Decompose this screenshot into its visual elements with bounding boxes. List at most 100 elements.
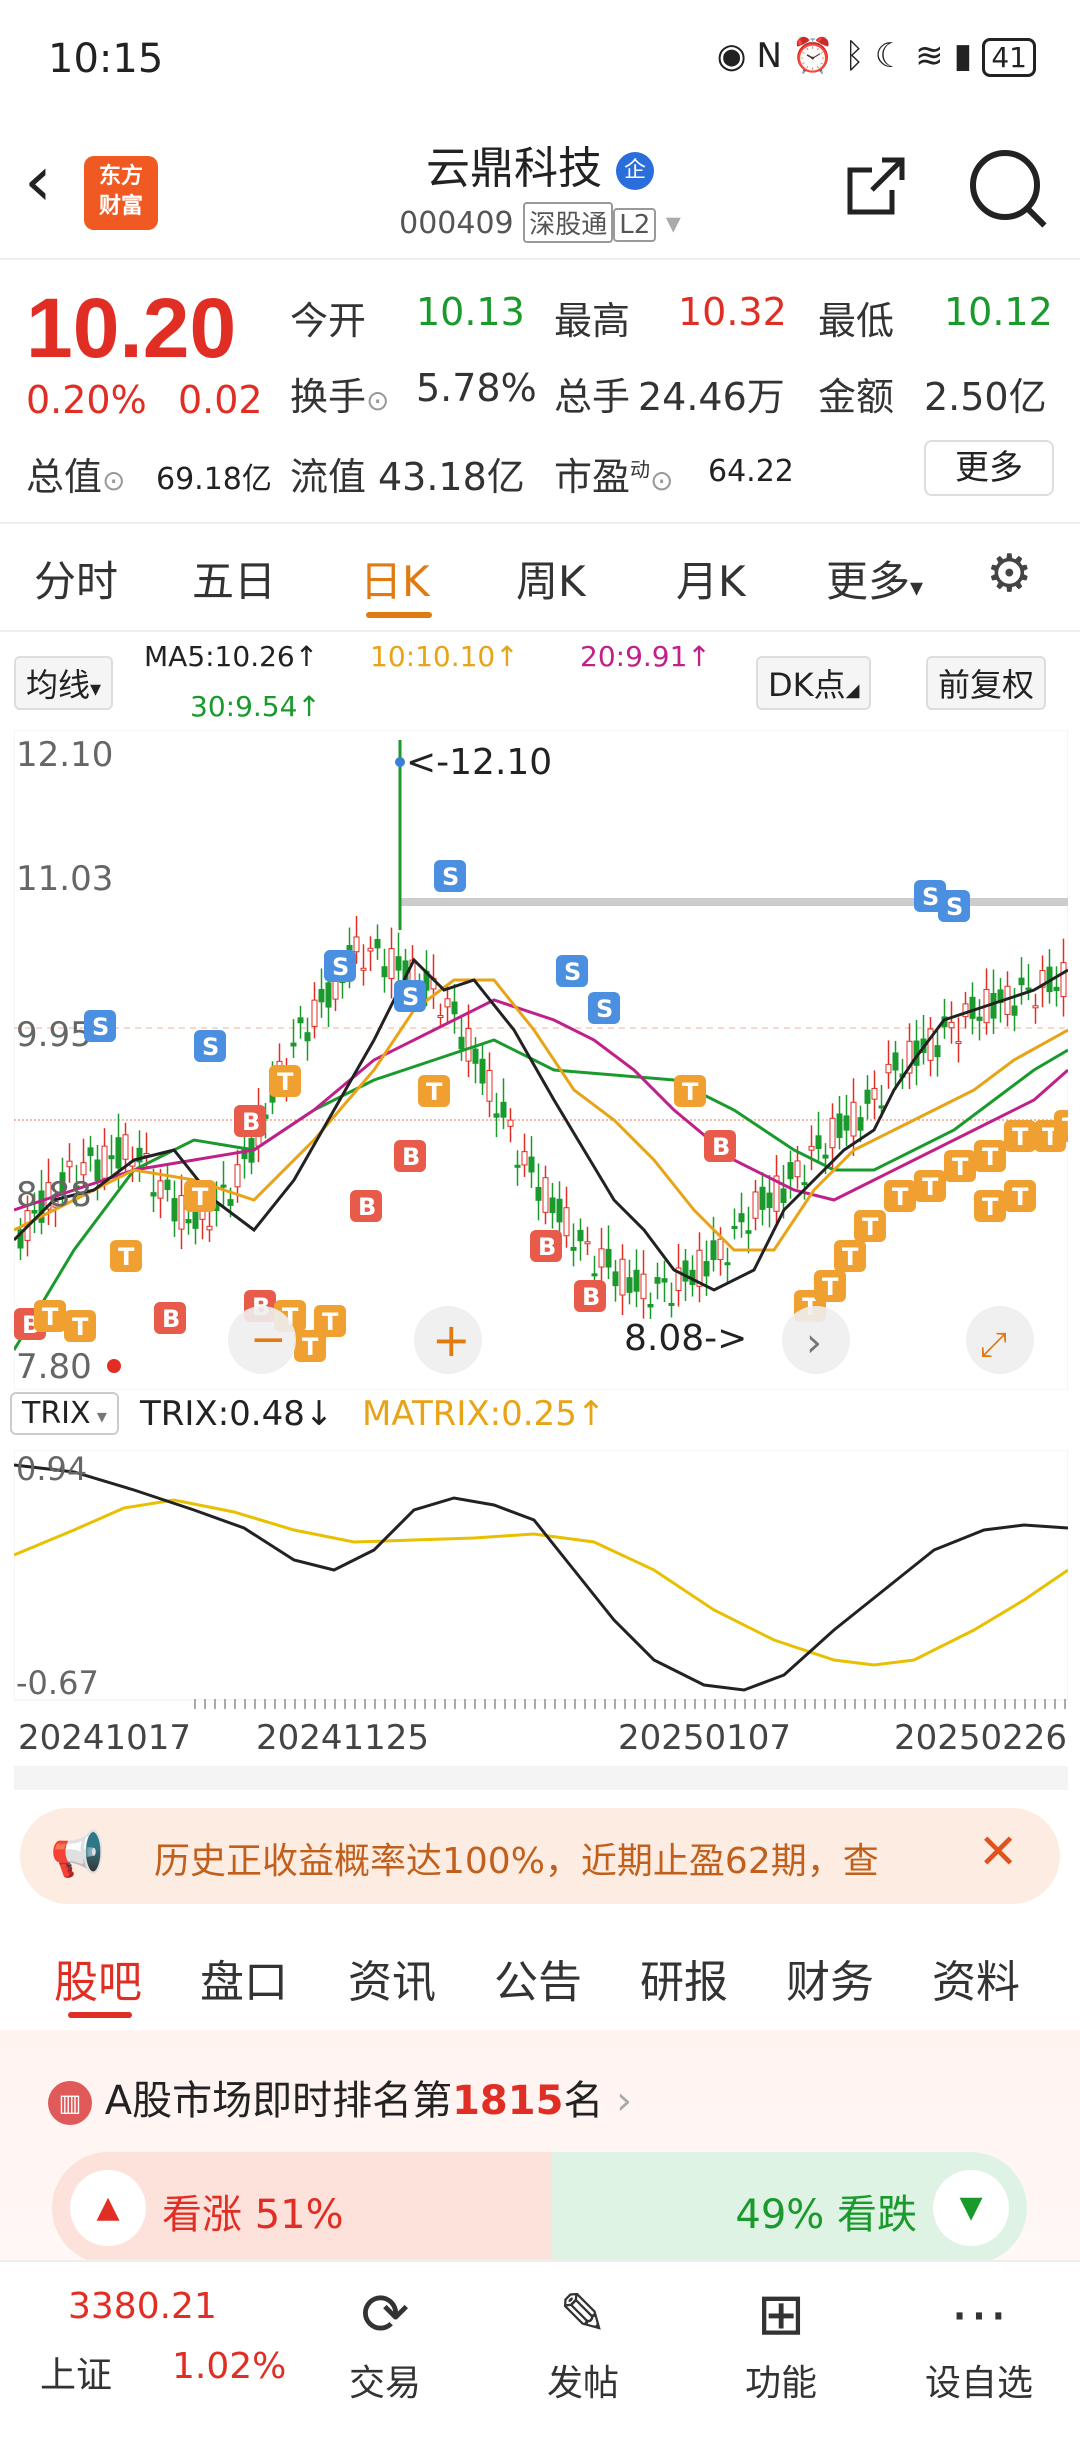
adjust-selector[interactable]: 前复权 bbox=[926, 656, 1047, 710]
market-rank[interactable]: ▥ A股市场即时排名第1815名 › bbox=[48, 2068, 632, 2126]
candle-body bbox=[857, 1117, 864, 1131]
candle-body bbox=[808, 1145, 815, 1151]
candle-body bbox=[955, 1041, 962, 1045]
down-arrow-icon[interactable]: ▼ bbox=[933, 2170, 1009, 2246]
candle-body bbox=[1053, 986, 1060, 992]
nav-functions[interactable]: ⊞ 功能 bbox=[706, 2280, 856, 2406]
candle-body bbox=[822, 1154, 829, 1159]
candle-body bbox=[437, 1015, 444, 1019]
candle-body bbox=[367, 947, 374, 952]
last-price: 10.20 bbox=[26, 281, 237, 375]
tab-five-day[interactable]: 五日 bbox=[192, 548, 276, 609]
amount-value: 2.50亿 bbox=[924, 375, 1047, 419]
signal-marker-label: T bbox=[192, 1183, 209, 1211]
bullish-label: 看涨 51% bbox=[162, 2192, 344, 2238]
tab-daily-k[interactable]: 日K bbox=[360, 548, 430, 609]
signal-marker-label: T bbox=[277, 1068, 294, 1096]
axis-footer bbox=[14, 1766, 1068, 1790]
tab-pankou[interactable]: 盘口 bbox=[200, 1946, 288, 2010]
candle-body bbox=[458, 1036, 465, 1050]
candle-body bbox=[395, 956, 402, 971]
candle-body bbox=[507, 1119, 514, 1127]
candle-body bbox=[752, 1191, 759, 1219]
candle-body bbox=[122, 1134, 129, 1160]
candle-body bbox=[990, 993, 997, 1019]
candle-body bbox=[234, 1164, 241, 1188]
candle-body bbox=[66, 1160, 73, 1168]
alarm-icon: ⏰ bbox=[791, 36, 845, 76]
low-value: 10.12 bbox=[944, 290, 1053, 334]
candle-body bbox=[465, 1027, 472, 1062]
tab-guba[interactable]: 股吧 bbox=[54, 1946, 142, 2010]
candle-body bbox=[871, 1087, 878, 1100]
candle-body bbox=[885, 1063, 892, 1074]
amount-label: 金额 bbox=[818, 375, 895, 419]
ma-selector[interactable]: 均线▾ bbox=[14, 656, 114, 710]
up-arrow-icon[interactable]: ▲ bbox=[70, 2170, 146, 2246]
kline-chart[interactable]: 12.10 11.03 9.95 8.88 7.80 <-12.10 8.08-… bbox=[14, 730, 1068, 1390]
mcap-label: 总值⊙ bbox=[26, 455, 126, 499]
more-button[interactable]: 更多 bbox=[924, 440, 1054, 496]
matrix-value: MATRIX:0.25↑ bbox=[362, 1394, 606, 1434]
candle-body bbox=[717, 1238, 724, 1261]
settings-gear-icon[interactable]: ⚙ bbox=[986, 544, 1033, 604]
ma20-value: 20:9.91↑ bbox=[580, 640, 711, 673]
candle-body bbox=[605, 1248, 612, 1268]
tab-weekly-k[interactable]: 周K bbox=[516, 548, 586, 609]
y-label-4: 8.88 bbox=[16, 1175, 92, 1215]
tab-intraday[interactable]: 分时 bbox=[34, 548, 118, 609]
candle-body bbox=[297, 1017, 304, 1024]
ma10-value: 10:10.10↑ bbox=[370, 640, 519, 673]
trix-selector[interactable]: TRIX ▾ bbox=[10, 1392, 119, 1435]
tab-more[interactable]: 更多▾ bbox=[826, 548, 923, 609]
stock-header: ‹ 东方 财富 云鼎科技 企 000409 深股通 L2 ▾ bbox=[0, 120, 1080, 260]
search-icon[interactable] bbox=[970, 150, 1040, 220]
plus-icon: + bbox=[432, 1313, 471, 1367]
tab-profile[interactable]: 资料 bbox=[932, 1946, 1020, 2010]
candle-body bbox=[766, 1192, 773, 1208]
tab-news[interactable]: 资讯 bbox=[348, 1946, 436, 2010]
signal-marker-label: T bbox=[822, 1273, 839, 1301]
date-label-3: 20250107 bbox=[618, 1718, 792, 1758]
candle-body bbox=[304, 1032, 311, 1042]
tab-monthly-k[interactable]: 月K bbox=[676, 548, 746, 609]
candle-body bbox=[591, 1273, 598, 1277]
signal-marker-label: T bbox=[1062, 1113, 1068, 1141]
candle-body bbox=[374, 938, 381, 949]
tab-announcements[interactable]: 公告 bbox=[494, 1946, 582, 2010]
candle-body bbox=[668, 1302, 675, 1306]
candle-body bbox=[157, 1180, 164, 1199]
candle-body bbox=[108, 1155, 115, 1160]
volume-value: 24.46万 bbox=[638, 375, 785, 419]
signal-marker-label: B bbox=[358, 1193, 376, 1221]
signal-marker-label: T bbox=[42, 1303, 59, 1331]
turnover-label: 换手⊙ bbox=[290, 375, 390, 419]
nav-add-watchlist[interactable]: ⋯ 设自选 bbox=[904, 2280, 1054, 2406]
candle-body bbox=[479, 1058, 486, 1084]
tab-finance[interactable]: 财务 bbox=[786, 1946, 874, 2010]
nav-trade[interactable]: ⟳ 交易 bbox=[310, 2280, 460, 2406]
notice-banner[interactable]: 📢 历史正收益概率达100%，近期止盈62期，查 ✕ bbox=[20, 1808, 1060, 1904]
status-bar: 10:15 ◉N⏰ᛒ☾≋▮ 41 bbox=[0, 0, 1080, 120]
mcap-value: 69.18亿 bbox=[156, 462, 272, 497]
signal-marker-label: S bbox=[92, 1013, 109, 1041]
y-label-top: 12.10 bbox=[16, 735, 113, 775]
signal-marker-label: B bbox=[242, 1108, 260, 1136]
grid-icon: ⊞ bbox=[756, 2280, 806, 2348]
stock-code: 000409 bbox=[399, 206, 514, 241]
index-value[interactable]: 3380.21 bbox=[68, 2286, 217, 2327]
eye-icon: ◉ bbox=[716, 36, 757, 76]
stock-code-row[interactable]: 000409 深股通 L2 ▾ bbox=[0, 202, 1080, 243]
candle-body bbox=[290, 1042, 297, 1047]
candle-body bbox=[451, 1001, 458, 1015]
nav-post[interactable]: ✎ 发帖 bbox=[508, 2280, 658, 2406]
signal-marker-label: S bbox=[564, 958, 581, 986]
share-icon[interactable] bbox=[842, 154, 908, 235]
candle-body bbox=[444, 998, 451, 1008]
chevron-right-icon: › bbox=[806, 1320, 822, 1366]
y-label-bottom: 7.80 bbox=[16, 1347, 92, 1387]
trix-chart[interactable]: 0.94 -0.67 bbox=[14, 1450, 1068, 1710]
tab-research[interactable]: 研报 bbox=[640, 1946, 728, 2010]
dk-point-selector[interactable]: DK点◢ bbox=[756, 656, 872, 710]
close-icon[interactable]: ✕ bbox=[978, 1824, 1018, 1880]
